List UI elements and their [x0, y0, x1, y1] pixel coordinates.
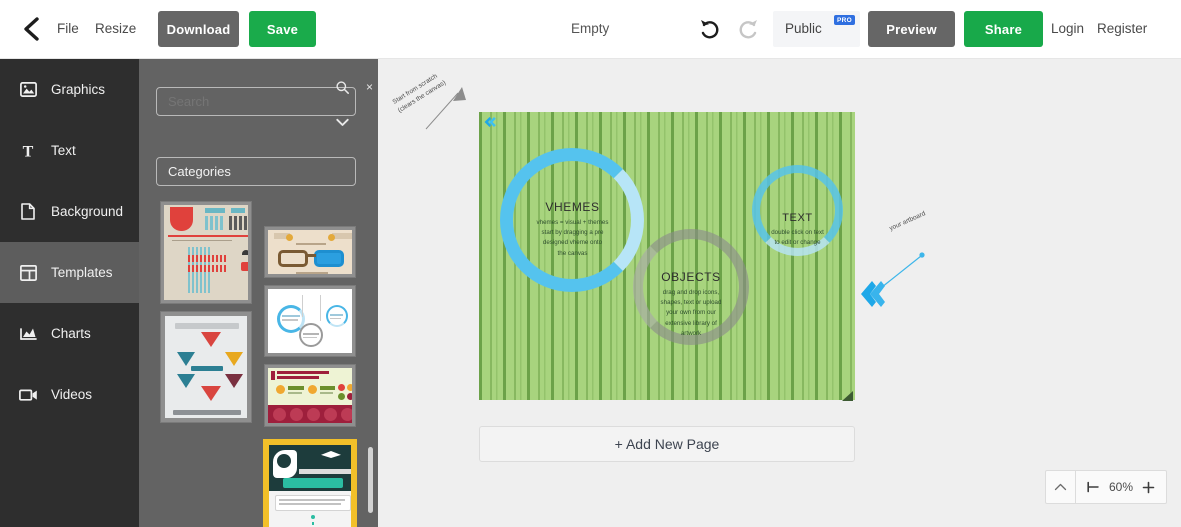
list-item[interactable] [264, 226, 356, 278]
sidebar-item-text[interactable]: T Text [0, 120, 139, 181]
list-item[interactable] [264, 364, 356, 427]
template-thumbnail-grid [139, 145, 378, 527]
menu-resize[interactable]: Resize [95, 21, 136, 36]
resize-corner-icon[interactable] [842, 389, 854, 401]
login-link[interactable]: Login [1051, 21, 1084, 36]
menu-file[interactable]: File [57, 21, 79, 36]
templates-panel: × Categories [139, 59, 378, 527]
sidebar-item-charts[interactable]: Charts [0, 303, 139, 364]
sidebar-item-templates[interactable]: Templates [0, 242, 139, 303]
chevron-down-icon [328, 108, 356, 137]
workspace: Start from scratch (clears the canvas) y… [378, 59, 1181, 527]
block-title: TEXT [782, 212, 813, 224]
list-item[interactable] [160, 201, 252, 304]
zoom-level-value: 60% [1109, 480, 1134, 494]
layout-icon [17, 262, 39, 284]
top-toolbar: File Resize Download Save Empty Public P… [0, 0, 1181, 59]
redo-icon[interactable] [735, 16, 761, 42]
sidebar-item-label: Templates [51, 265, 113, 280]
canvas-block-text[interactable]: TEXT double click on text to edit or cha… [754, 212, 841, 248]
panel-scrollbar[interactable] [368, 447, 373, 513]
list-item[interactable] [263, 439, 357, 527]
add-new-page-button[interactable]: + Add New Page [479, 426, 855, 462]
zoom-group: 60% [1076, 471, 1166, 503]
sidebar-item-background[interactable]: Background [0, 181, 139, 242]
back-chevron-left-icon[interactable] [19, 16, 41, 42]
svg-text:T: T [23, 143, 34, 159]
block-title: OBJECTS [661, 270, 721, 284]
undo-icon[interactable] [697, 16, 723, 42]
vhemes-logo-icon [483, 116, 497, 130]
sidebar-item-label: Graphics [51, 82, 106, 97]
close-icon[interactable]: × [366, 81, 373, 93]
sidebar-item-label: Text [51, 143, 76, 158]
text-t-icon: T [17, 140, 39, 162]
pro-badge: PRO [834, 15, 855, 25]
page-icon [17, 201, 39, 223]
document-title: Empty [571, 21, 610, 36]
canvas-block-vhemes[interactable]: VHEMES vhemes = visual + themes start by… [516, 200, 629, 259]
public-visibility-button[interactable]: Public PRO [773, 11, 860, 47]
register-link[interactable]: Register [1097, 21, 1147, 36]
sidebar-item-label: Charts [51, 326, 91, 341]
left-sidebar: Graphics T Text Background Templates Cha… [0, 59, 139, 527]
image-icon [17, 79, 39, 101]
download-button[interactable]: Download [158, 11, 239, 47]
zoom-in-icon[interactable] [1142, 478, 1155, 496]
chart-icon [17, 323, 39, 345]
block-body: double click on text to edit or change [771, 229, 824, 247]
artboard-canvas[interactable]: VHEMES vhemes = visual + themes start by… [479, 112, 855, 400]
sidebar-item-videos[interactable]: Videos [0, 364, 139, 425]
sidebar-item-label: Videos [51, 387, 93, 402]
save-button[interactable]: Save [249, 11, 316, 47]
zoom-control: 60% [1045, 470, 1168, 504]
preview-button[interactable]: Preview [868, 11, 955, 47]
share-button[interactable]: Share [964, 11, 1043, 47]
block-body: vhemes = visual + themes start by draggi… [536, 219, 609, 257]
list-item[interactable] [264, 285, 356, 357]
video-cam-icon [17, 384, 39, 406]
sidebar-item-graphics[interactable]: Graphics [0, 59, 139, 120]
zoom-out-icon[interactable] [1087, 478, 1100, 496]
block-title: VHEMES [545, 200, 600, 214]
annotation-your-artboard: your artboard [888, 210, 927, 233]
search-field-wrapper [156, 73, 356, 116]
sidebar-item-label: Background [51, 204, 124, 219]
annotation-start-from-scratch: Start from scratch (clears the canvas) [391, 72, 448, 115]
public-label: Public [785, 21, 822, 36]
categories-dropdown[interactable]: Categories [156, 108, 356, 186]
canvas-block-objects[interactable]: OBJECTS drag and drop icons, shapes, tex… [637, 270, 745, 339]
chevron-up-icon[interactable] [1046, 471, 1076, 503]
list-item[interactable] [160, 311, 252, 423]
block-body: drag and drop icons, shapes, text or upl… [660, 289, 722, 337]
